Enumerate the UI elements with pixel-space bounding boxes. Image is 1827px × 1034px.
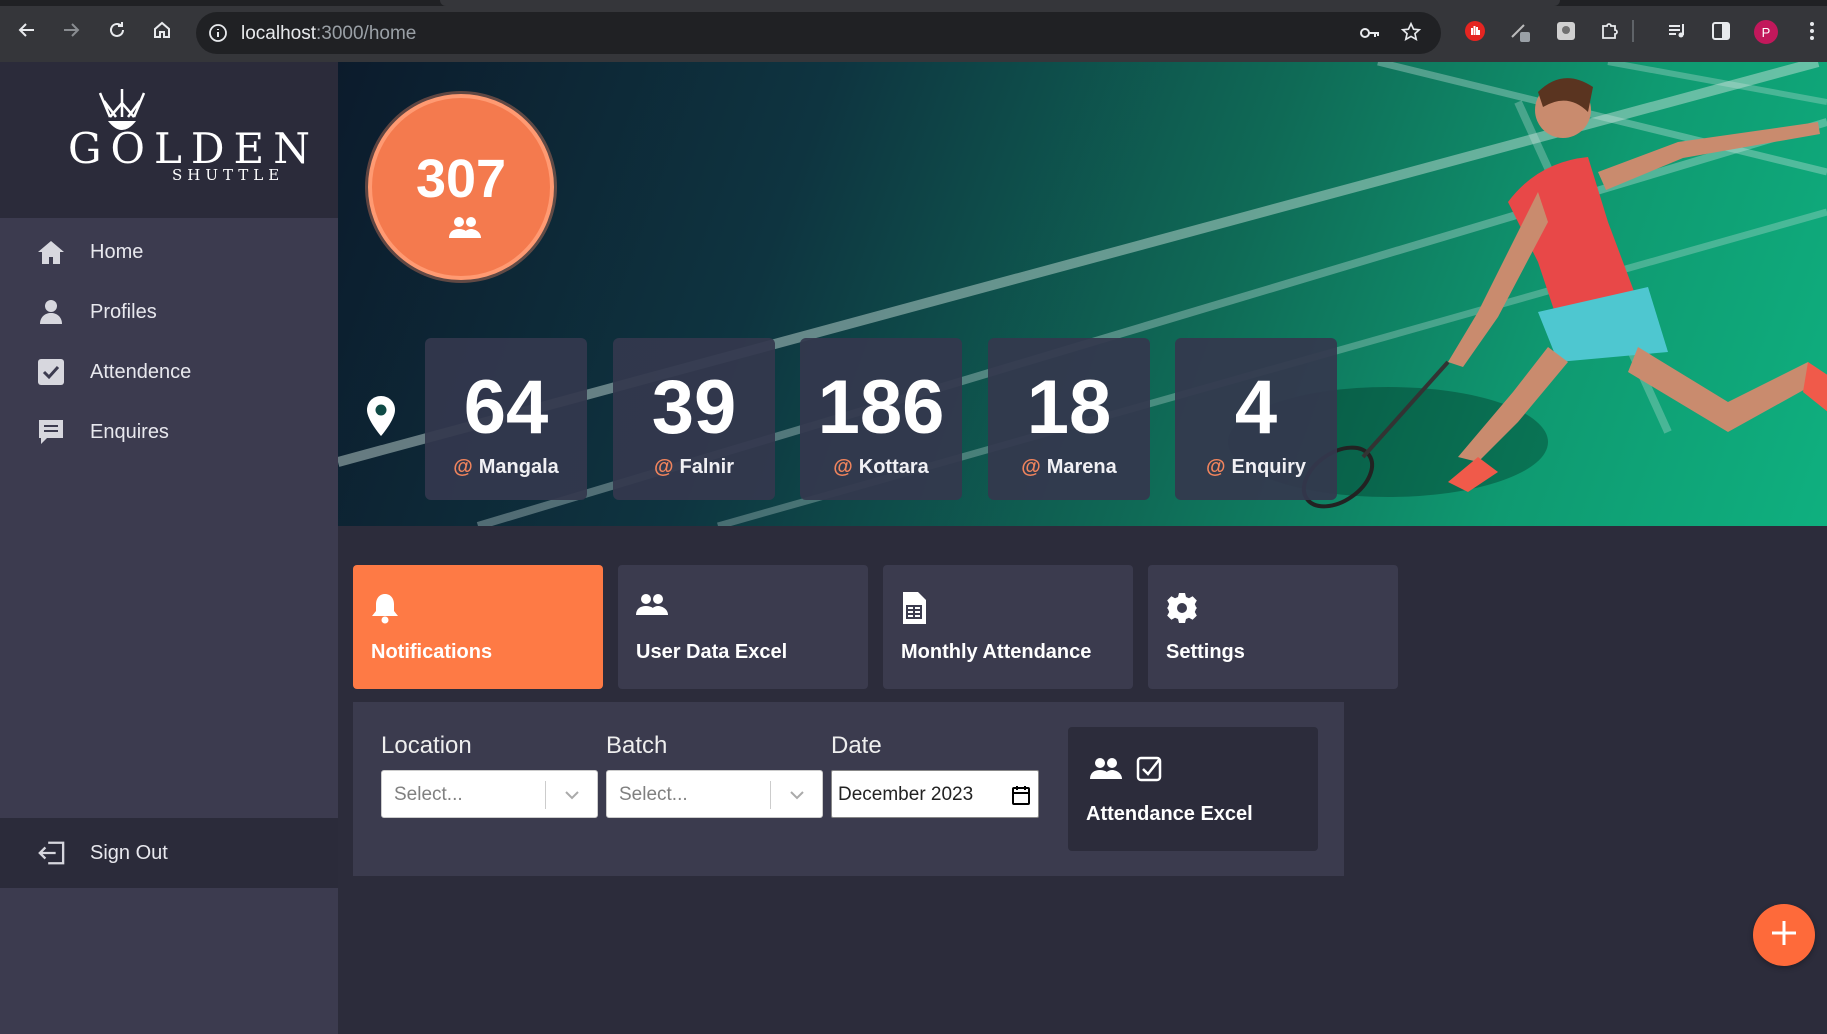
toolbar-divider (1632, 20, 1634, 42)
home-icon (37, 238, 65, 266)
tile-label: User Data Excel (636, 641, 788, 663)
stat-label: @ Enquiry (1206, 456, 1306, 478)
stat-label: @ Mangala (453, 456, 559, 478)
plus-icon (1769, 918, 1799, 953)
active-tab[interactable] (440, 0, 1560, 6)
user-icon (37, 298, 65, 326)
key-icon[interactable] (1358, 21, 1382, 50)
tile-label: Settings (1166, 641, 1245, 663)
sidebar: GOLDEN SHUTTLE Home Profiles Attendence … (0, 62, 338, 1034)
stat-card-marena[interactable]: 18 @ Marena (988, 338, 1150, 500)
location-pin-icon (366, 396, 396, 441)
attendance-excel-button[interactable]: Attendance Excel (1068, 727, 1318, 851)
media-control-icon[interactable] (1664, 18, 1690, 44)
side-panel-icon[interactable] (1708, 18, 1734, 44)
message-icon (37, 418, 65, 446)
users-icon (449, 216, 481, 245)
notifications-tile[interactable]: Notifications (353, 565, 603, 689)
location-placeholder: Select... (394, 784, 463, 805)
sign-out-label: Sign Out (90, 841, 168, 864)
user-data-excel-tile[interactable]: User Data Excel (618, 565, 868, 689)
stat-value: 186 (817, 365, 945, 450)
gear-icon (1166, 592, 1198, 629)
logo[interactable]: GOLDEN SHUTTLE (0, 62, 338, 218)
chevron-down-icon[interactable] (563, 786, 581, 809)
stat-card-enquiry[interactable]: 4 @ Enquiry (1175, 338, 1337, 500)
chevron-down-icon[interactable] (788, 786, 806, 809)
browser-menu-icon[interactable] (1799, 18, 1825, 44)
sign-out-button[interactable]: Sign Out (0, 818, 338, 888)
date-value: December 2023 (838, 784, 974, 805)
stat-label: @ Kottara (833, 456, 929, 478)
add-fab-button[interactable] (1753, 904, 1815, 966)
monthly-attendance-tile[interactable]: Monthly Attendance (883, 565, 1133, 689)
users-check-icon (1090, 755, 1170, 790)
checkbox-icon (37, 358, 65, 386)
date-month-input[interactable]: December 2023 (831, 770, 1039, 818)
sidebar-item-home[interactable]: Home (0, 222, 338, 282)
tile-label: Notifications (371, 641, 493, 663)
stat-label: @ Marena (1021, 456, 1117, 478)
stat-value: 18 (1026, 365, 1112, 450)
stat-card-falnir[interactable]: 39 @ Falnir (613, 338, 775, 500)
spreadsheet-file-icon (901, 592, 927, 629)
stat-value: 64 (463, 365, 549, 450)
site-info-icon[interactable] (208, 23, 228, 48)
total-members-badge: 307 (368, 94, 554, 280)
stat-label: @ Falnir (654, 456, 734, 478)
sign-out-icon (37, 839, 65, 867)
url-text: localhost:3000/home (241, 23, 417, 44)
total-members-count: 307 (415, 149, 507, 209)
bookmark-star-icon[interactable] (1400, 21, 1422, 48)
reload-icon[interactable] (104, 17, 130, 43)
attendance-filter-panel: Location Select... Batch Select... Date … (353, 702, 1344, 876)
batch-placeholder: Select... (619, 784, 688, 805)
stat-card-mangala[interactable]: 64 @ Mangala (425, 338, 587, 500)
back-icon[interactable] (14, 17, 40, 43)
location-label: Location (381, 732, 472, 759)
hero-banner: 307 64 @ Mangala 39 @ Falnir 186 @ Kottara … (338, 62, 1827, 526)
sidebar-item-label: Home (90, 240, 144, 263)
profile-avatar[interactable]: P (1754, 20, 1778, 44)
home-browser-icon[interactable] (149, 17, 175, 43)
pen-extension-icon[interactable] (1507, 18, 1533, 44)
select-separator (770, 781, 771, 809)
sidebar-item-attendence[interactable]: Attendence (0, 342, 338, 402)
location-select[interactable]: Select... (381, 770, 598, 818)
tab-strip (0, 0, 1827, 6)
sidebar-item-profiles[interactable]: Profiles (0, 282, 338, 342)
stat-value: 4 (1234, 365, 1278, 450)
settings-tile[interactable]: Settings (1148, 565, 1398, 689)
select-separator (545, 781, 546, 809)
users-icon (636, 592, 668, 623)
calendar-icon[interactable] (1012, 785, 1030, 810)
tile-label: Monthly Attendance (901, 641, 1092, 663)
adblock-extension-icon[interactable] (1462, 18, 1488, 44)
forward-icon[interactable] (58, 17, 84, 43)
batch-select[interactable]: Select... (606, 770, 823, 818)
bell-icon (371, 592, 399, 629)
browser-chrome: localhost:3000/home P (0, 0, 1827, 62)
sidebar-item-enquires[interactable]: Enquires (0, 402, 338, 462)
sidebar-item-label: Profiles (90, 300, 157, 323)
date-label: Date (831, 732, 882, 759)
sidebar-item-label: Enquires (90, 420, 169, 443)
logo-subtitle: SHUTTLE (172, 166, 285, 184)
address-bar[interactable]: localhost:3000/home (196, 12, 1441, 54)
extensions-puzzle-icon[interactable] (1597, 18, 1623, 44)
sidebar-item-label: Attendence (90, 360, 192, 383)
batch-label: Batch (606, 732, 668, 759)
attendance-excel-label: Attendance Excel (1086, 803, 1253, 825)
stat-card-kottara[interactable]: 186 @ Kottara (800, 338, 962, 500)
stat-value: 39 (651, 365, 737, 450)
photo-extension-icon[interactable] (1553, 18, 1579, 44)
